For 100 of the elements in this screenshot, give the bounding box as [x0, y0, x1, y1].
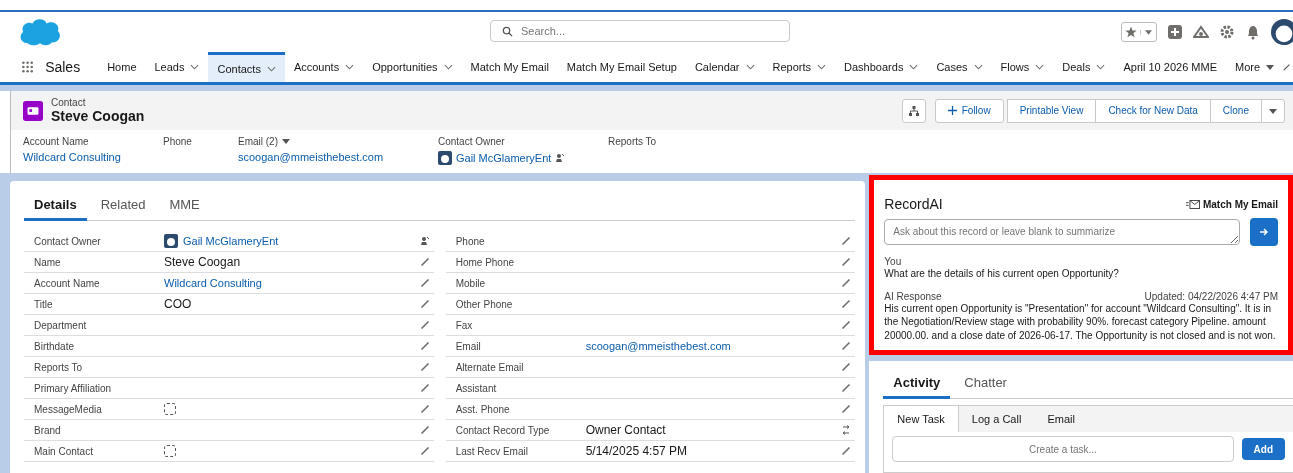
pencil-icon[interactable] [841, 320, 852, 330]
pencil-icon[interactable] [419, 299, 430, 309]
change-owner-icon[interactable] [419, 236, 430, 246]
pencil-icon[interactable] [841, 278, 852, 288]
nav-tab[interactable]: Deals [1053, 52, 1115, 82]
caret-icon [1269, 109, 1277, 114]
pencil-icon[interactable] [419, 362, 430, 372]
actions-menu-button[interactable] [1261, 98, 1285, 123]
field-label: Last Recv Email [455, 445, 529, 457]
pencil-icon[interactable] [419, 257, 430, 267]
action-button[interactable]: Follow [934, 98, 1004, 123]
nav-tab[interactable]: Cases [927, 52, 992, 82]
pencil-icon[interactable] [841, 257, 852, 267]
pencil-icon[interactable] [841, 362, 852, 372]
tab[interactable]: New Task [884, 406, 959, 432]
brand-name: Match My Email [1202, 198, 1278, 210]
pencil-icon[interactable] [419, 383, 430, 393]
owner-link[interactable]: Gail McGlameryEnt [456, 152, 552, 164]
pencil-icon[interactable] [841, 446, 852, 456]
nav-tab[interactable]: Home [98, 52, 146, 82]
field-link[interactable]: Wildcard Consulting [23, 151, 121, 163]
field-link[interactable]: scoogan@mmeisthebest.com [585, 340, 731, 352]
tab[interactable]: Related [90, 191, 156, 221]
field-label: Name [34, 256, 62, 268]
message-author: You [884, 256, 903, 267]
field-label: Department [34, 319, 88, 331]
nav-tab[interactable]: Dashboards [835, 52, 928, 82]
cloud-logo[interactable] [18, 17, 62, 47]
response-text: His current open Opportunity is "Presentation" for account "Wildcard Consulting". It is in the Negotiation/Review stage with probability 90%. forecast category Pipeline. amount 20000.00. and a close date of 2026-06-17. The Opportunity is not closed and is not won. [884, 302, 1277, 342]
swap-icon[interactable] [841, 425, 852, 435]
caret-icon[interactable] [282, 139, 290, 144]
app-launcher-icon[interactable] [22, 60, 34, 74]
field-value: 5/14/2025 4:57 PM [585, 444, 688, 458]
bell-icon[interactable] [1245, 24, 1261, 40]
nav-tab[interactable]: Opportunities [363, 52, 462, 82]
tab[interactable]: Email [1034, 406, 1088, 432]
nav-tab[interactable]: Contacts [208, 52, 285, 82]
action-button[interactable]: Clone [1209, 98, 1262, 123]
field-link[interactable]: scoogan@mmeisthebest.com [238, 151, 384, 163]
pencil-icon[interactable] [841, 236, 852, 246]
more-menu[interactable]: More [1226, 52, 1284, 82]
nav-tab[interactable]: Match My Email Setup [557, 52, 686, 82]
pencil-icon[interactable] [419, 404, 430, 414]
change-owner-icon[interactable] [555, 153, 566, 163]
updated-time: Updated: 04/22/2026 4:47 PM [1144, 290, 1278, 302]
nav-tab[interactable]: Calendar [685, 52, 764, 82]
action-button[interactable]: Check for New Data [1095, 98, 1211, 123]
pencil-icon[interactable] [841, 341, 852, 351]
tab[interactable]: Chatter [954, 369, 1017, 399]
nav-tab[interactable]: Reports [763, 52, 836, 82]
tab[interactable]: Details [24, 191, 87, 221]
field-label: Assistant [455, 382, 498, 394]
question-field[interactable]: Ask about this record or leave blank to summarize [884, 219, 1240, 245]
nav-tab[interactable]: Leads [145, 52, 209, 82]
search-field[interactable]: Search... [490, 20, 790, 42]
pencil-icon[interactable] [419, 341, 430, 351]
pencil-icon[interactable] [841, 404, 852, 414]
tab[interactable]: MME [159, 191, 210, 221]
pencil-icon[interactable] [419, 278, 430, 288]
add-button[interactable]: Add [1241, 438, 1285, 460]
pencil-icon[interactable] [841, 383, 852, 393]
field-link[interactable]: Wildcard Consulting [164, 277, 262, 289]
tab[interactable]: Log a Call [958, 406, 1035, 432]
nav-tab[interactable]: Flows [991, 52, 1054, 82]
hierarchy-icon [908, 105, 919, 116]
pencil-icon[interactable] [1283, 62, 1291, 72]
nav-tab[interactable]: Accounts [284, 52, 364, 82]
settings-icon[interactable] [1219, 24, 1235, 40]
field-label: Alternate Email [455, 361, 525, 373]
user-avatar-icon [438, 151, 452, 165]
tab[interactable]: Activity [883, 369, 951, 399]
owner-link[interactable]: Gail McGlameryEnt [183, 235, 279, 247]
field-label: Email [455, 340, 482, 352]
nav-tab[interactable]: Match My Email [461, 52, 558, 82]
field-label: MessageMedia [34, 403, 103, 415]
field-label: Mobile [455, 277, 487, 289]
pencil-icon[interactable] [841, 299, 852, 309]
task-field[interactable]: Create a task... [892, 436, 1234, 462]
field-value: Steve Coogan [164, 255, 241, 269]
trailhead-icon[interactable] [1193, 24, 1209, 40]
field-label: Contact Owner [34, 235, 102, 247]
field-label: Phone [163, 136, 192, 147]
pencil-icon[interactable] [419, 425, 430, 435]
field-label: Account Name [23, 136, 89, 147]
send-button[interactable] [1250, 218, 1278, 246]
favorites-button[interactable] [1121, 22, 1157, 42]
add-icon[interactable] [1167, 24, 1183, 40]
field-label: Brand [34, 424, 62, 436]
hierarchy-button[interactable] [901, 98, 926, 123]
action-button[interactable]: Printable View [1006, 98, 1097, 123]
search-icon [502, 26, 513, 37]
avatar-icon[interactable] [1271, 19, 1293, 45]
pencil-icon[interactable] [419, 446, 430, 456]
pencil-icon[interactable] [419, 320, 430, 330]
card-title: RecordAI [884, 196, 943, 212]
field-label: Birthdate [34, 340, 76, 352]
field-label: Contact Owner [438, 136, 505, 147]
nav-tab[interactable]: April 10 2026 MME [1114, 52, 1226, 82]
field-label: Main Contact [34, 445, 94, 457]
field-value: Owner Contact [585, 423, 666, 437]
